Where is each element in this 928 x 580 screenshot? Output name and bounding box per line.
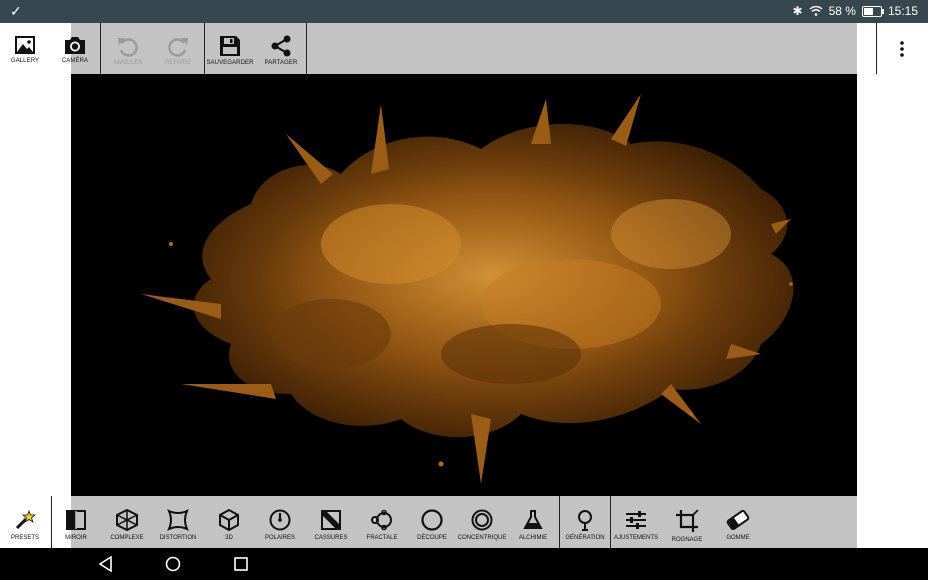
top-toolbar: GALLERY CAMÉRA ANNULER REFAIRE SAUVEGARD… [0,23,928,74]
effect-fractal-button[interactable]: FRACTALE [357,496,407,548]
share-label: PARTAGER [264,60,298,66]
effect-polar-button[interactable]: POLAIRES [255,496,305,548]
presets-button[interactable]: PRESETS [0,496,50,548]
distortion-icon [167,509,189,531]
liquid-splash-image [141,94,794,484]
eraser-button[interactable]: GOMME [713,496,763,548]
complex-label: COMPLEXE [110,535,144,541]
back-icon[interactable] [98,556,114,572]
redo-button[interactable]: REFAIRE [153,23,203,74]
clock: 15:15 [887,4,918,18]
crop-button[interactable]: ROGNAGE [662,496,712,548]
status-bar: ✓ ✱ 58 % 15:15 [0,0,928,23]
effect-mirror-button[interactable]: MIROIR [51,496,101,548]
undo-button[interactable]: ANNULER [103,23,153,74]
gallery-button[interactable]: GALLERY [0,23,50,74]
save-button[interactable]: SAUVEGARDER [205,23,255,74]
distortion-label: DISTORTION [159,535,197,541]
presets-label: PRESETS [10,535,39,541]
camera-label: CAMÉRA [61,58,89,64]
complex-icon [116,509,138,531]
battery-icon [861,5,884,17]
battery-fill [863,7,873,15]
3d-label: 3D [225,535,233,541]
eraser-label: GOMME [726,535,750,541]
share-icon [271,35,291,57]
wifi-icon [809,6,823,16]
image-canvas[interactable] [71,74,857,496]
system-navigation-bar [0,548,928,580]
divider [876,23,877,74]
more-vertical-icon [900,41,904,57]
gallery-label: GALLERY [10,58,40,64]
cut-label: DÉCOUPE [417,535,447,541]
breaks-icon [321,510,341,530]
battery-percent: 58 % [828,4,856,18]
alchemy-label: ALCHIMIE [518,535,548,541]
camera-button[interactable]: CAMÉRA [50,23,100,74]
tree-icon [578,510,592,531]
overflow-menu-button[interactable] [888,35,916,63]
camera-icon [65,37,85,54]
effects-toolbar: PRESETS MIROIR COMPLEXE DISTORTION 3D PO… [0,496,928,548]
fractal-label: FRACTALE [366,535,398,541]
undo-icon [118,38,138,57]
sliders-icon [626,511,646,529]
concentric-label: CONCENTRIQUE [457,535,507,541]
mirror-label: MIROIR [65,535,87,541]
check-icon: ✓ [10,3,22,19]
eraser-icon [726,509,750,531]
recent-apps-icon[interactable] [233,556,249,572]
fractal-icon [371,509,392,531]
mirror-icon [66,510,86,530]
effect-complex-button[interactable]: COMPLEXE [102,496,152,548]
home-icon[interactable] [165,556,181,572]
effect-3d-button[interactable]: 3D [204,496,254,548]
cut-circle-icon [421,509,443,531]
cube-icon [219,509,239,531]
crop-icon [676,509,699,532]
share-button[interactable]: PARTAGER [256,23,306,74]
polar-icon [269,509,291,531]
adjustments-button[interactable]: AJUSTEMENTS [611,496,661,548]
redo-icon [168,38,188,57]
concentric-icon [471,509,493,531]
crop-label: ROGNAGE [671,537,703,543]
divider [306,23,307,74]
save-label: SAUVEGARDER [206,60,254,66]
effect-alchemy-button[interactable]: ALCHIMIE [508,496,558,548]
polar-label: POLAIRES [264,535,295,541]
effect-cut-button[interactable]: DÉCOUPE [407,496,457,548]
redo-label: REFAIRE [164,60,192,66]
effect-concentric-button[interactable]: CONCENTRIQUE [457,496,507,548]
breaks-label: CASSURES [314,535,348,541]
magic-wand-icon [15,509,36,530]
save-icon [220,36,240,56]
gallery-icon [15,36,35,54]
effect-distortion-button[interactable]: DISTORTION [153,496,203,548]
bluetooth-icon: ✱ [792,4,803,18]
adjustments-label: AJUSTEMENTS [613,535,658,541]
undo-label: ANNULER [113,60,143,66]
status-indicators: ✱ 58 % 15:15 [793,4,918,18]
divider [100,23,101,74]
effect-generation-button[interactable]: GÉNÉRATION [560,496,610,548]
generation-label: GÉNÉRATION [565,535,605,541]
effect-breaks-button[interactable]: CASSURES [306,496,356,548]
flask-icon [523,510,543,529]
